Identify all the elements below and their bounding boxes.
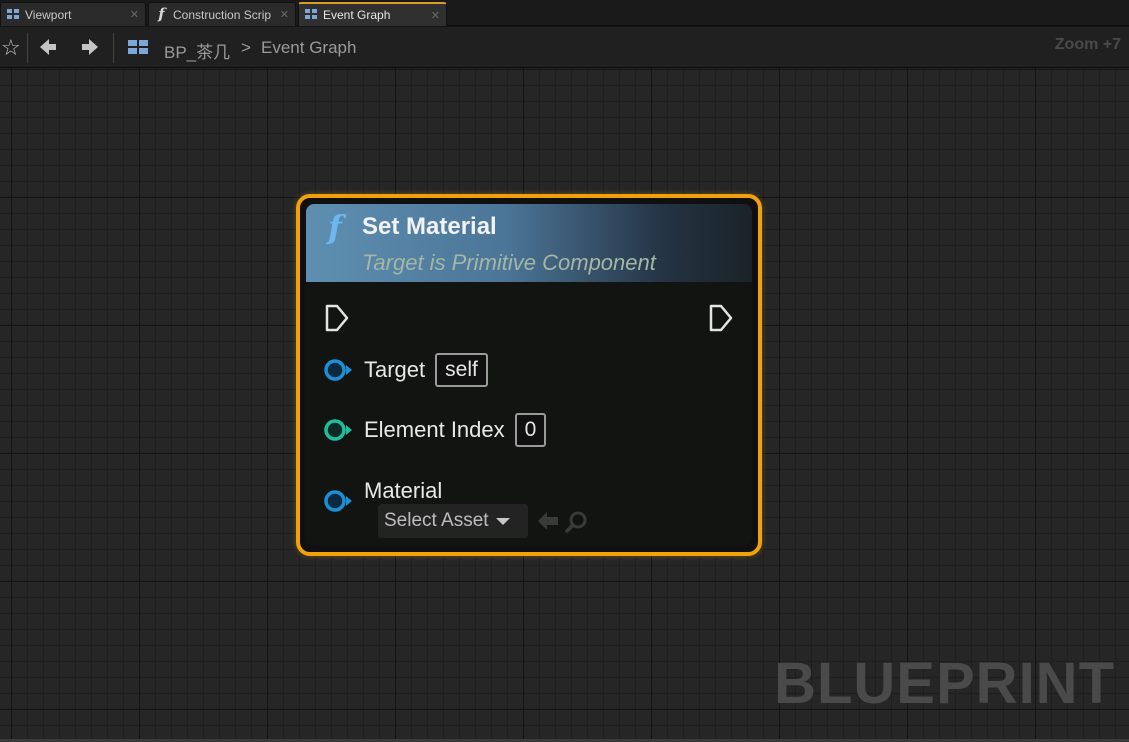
pin-row-target: Target self xyxy=(322,353,488,387)
tab-label: Event Graph xyxy=(323,8,391,22)
breadcrumb-blueprint[interactable]: BP_茶几 xyxy=(164,38,230,63)
object-pin-icon[interactable] xyxy=(322,356,354,384)
viewport-icon xyxy=(7,8,20,21)
function-icon: f xyxy=(158,5,165,23)
event-graph-icon xyxy=(305,9,318,21)
breadcrumb-event-graph[interactable]: Event Graph xyxy=(261,38,356,58)
pin-label-material: Material xyxy=(364,478,443,503)
pin-row-element-index: Element Index 0 xyxy=(322,413,547,447)
divider xyxy=(27,33,28,63)
select-asset-dropdown[interactable]: Select Asset xyxy=(378,504,528,538)
integer-pin-icon[interactable] xyxy=(322,416,354,444)
set-material-node[interactable]: f Set Material Target is Primitive Compo… xyxy=(296,194,762,556)
chevron-down-icon xyxy=(495,517,510,525)
tab-event-graph[interactable]: Event Graph ✕ xyxy=(298,2,447,26)
tab-label: Construction Scrip xyxy=(173,7,272,22)
target-value-field[interactable]: self xyxy=(435,353,488,387)
close-icon[interactable]: ✕ xyxy=(280,8,289,21)
divider xyxy=(113,33,114,63)
exec-out-pin[interactable] xyxy=(708,303,734,338)
node-title: Set Material xyxy=(362,213,497,240)
tab-construction-script[interactable]: f Construction Scrip ✕ xyxy=(148,2,296,26)
forward-arrow-icon[interactable] xyxy=(80,37,100,62)
zoom-level: Zoom +7 xyxy=(1054,36,1121,53)
star-icon[interactable]: ☆ xyxy=(1,37,21,59)
close-icon[interactable]: ✕ xyxy=(431,9,440,22)
tab-bar: Viewport ✕ f Construction Scrip ✕ Event … xyxy=(0,0,1129,26)
object-pin-icon[interactable] xyxy=(322,487,354,515)
breadcrumb-separator: > xyxy=(241,38,251,57)
tab-viewport[interactable]: Viewport ✕ xyxy=(0,2,146,26)
node-subtitle: Target is Primitive Component xyxy=(362,250,656,275)
node-header[interactable]: f Set Material Target is Primitive Compo… xyxy=(306,204,752,282)
exec-in-pin[interactable] xyxy=(324,303,350,338)
use-selected-asset-icon[interactable] xyxy=(536,510,560,537)
select-asset-label: Select Asset xyxy=(384,510,489,531)
element-index-input[interactable]: 0 xyxy=(514,413,547,447)
pin-label-element-index: Element Index xyxy=(364,417,505,442)
pin-label-target: Target xyxy=(364,357,426,382)
node-body: f Set Material Target is Primitive Compo… xyxy=(306,204,752,546)
tab-label: Viewport xyxy=(25,7,72,22)
back-arrow-icon[interactable] xyxy=(38,37,58,62)
close-icon[interactable]: ✕ xyxy=(130,8,139,21)
blueprint-class-icon xyxy=(128,40,150,56)
blueprint-watermark: BLUEPRINT xyxy=(774,651,1115,716)
browse-asset-icon[interactable] xyxy=(564,510,588,539)
function-icon: f xyxy=(328,208,342,246)
graph-toolbar: ☆ BP_茶几 > Event Graph Zoom +7 xyxy=(0,27,1129,68)
